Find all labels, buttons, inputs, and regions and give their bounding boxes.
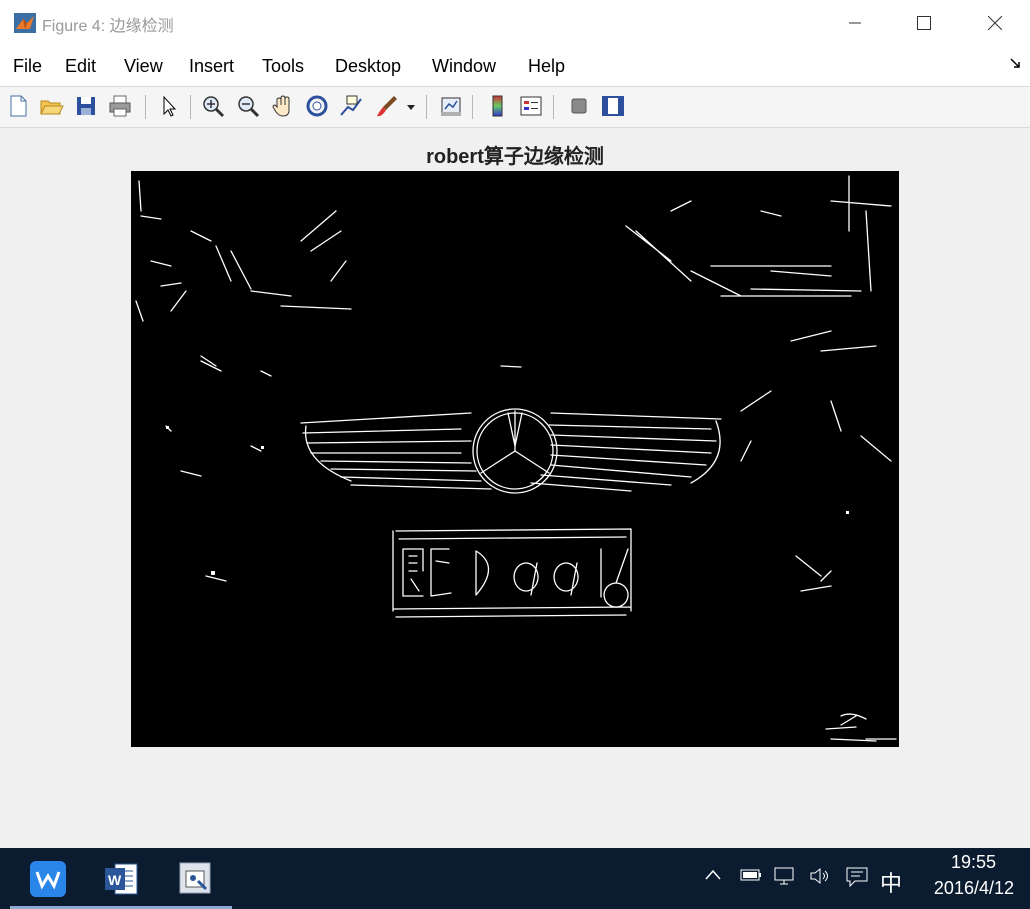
menu-help[interactable]: Help xyxy=(528,56,565,77)
menu-tools[interactable]: Tools xyxy=(262,56,304,77)
close-button[interactable] xyxy=(972,0,1018,46)
clock-date[interactable]: 2016/4/12 xyxy=(934,878,1014,899)
pan-hand-icon xyxy=(272,95,290,117)
save-button[interactable] xyxy=(73,93,99,119)
maximize-button[interactable] xyxy=(901,0,947,46)
data-cursor-button[interactable] xyxy=(338,93,364,119)
axes-title: robert算子边缘检测 xyxy=(426,146,604,168)
figure-toolbar xyxy=(0,86,1030,128)
battery-plug-icon[interactable] xyxy=(737,866,763,884)
maximize-icon xyxy=(917,16,931,30)
link-plot-button[interactable] xyxy=(438,93,464,119)
hide-plot-tools-icon xyxy=(571,98,587,114)
new-figure-icon xyxy=(10,95,27,117)
word-icon: W xyxy=(105,863,138,895)
show-plot-tools-icon xyxy=(602,96,624,116)
new-figure-button[interactable] xyxy=(5,93,31,119)
edit-plot-button[interactable] xyxy=(156,93,182,119)
ime-indicator[interactable]: 中 xyxy=(880,866,902,898)
link-plot-icon xyxy=(441,97,461,116)
menu-view[interactable]: View xyxy=(124,56,163,77)
matlab-figure-icon xyxy=(179,862,211,894)
menu-insert[interactable]: Insert xyxy=(189,56,234,77)
wps-icon xyxy=(30,861,66,897)
hide-plot-tools-button[interactable] xyxy=(566,93,592,119)
clock-time[interactable]: 19:55 xyxy=(951,852,996,873)
brush-button[interactable] xyxy=(374,93,400,119)
zoom-in-button[interactable] xyxy=(200,93,226,119)
title-bar[interactable]: Figure 4: 边缘检测 xyxy=(0,0,1030,46)
brush-icon xyxy=(377,96,397,117)
insert-legend-icon xyxy=(520,96,542,116)
dock-arrow-icon[interactable] xyxy=(1010,58,1022,70)
menu-desktop[interactable]: Desktop xyxy=(335,56,401,77)
toolbar-separator xyxy=(472,95,473,119)
notification-icon[interactable] xyxy=(845,866,869,888)
data-cursor-icon xyxy=(340,95,362,116)
toolbar-separator xyxy=(145,95,146,119)
save-icon xyxy=(77,97,95,115)
insert-legend-button[interactable] xyxy=(518,93,544,119)
open-file-button[interactable] xyxy=(38,93,64,119)
svg-text:W: W xyxy=(108,872,122,888)
edit-plot-arrow-icon xyxy=(163,95,177,117)
taskbar-app-word[interactable]: W xyxy=(84,848,160,909)
zoom-out-button[interactable] xyxy=(235,93,261,119)
network-icon[interactable] xyxy=(772,866,798,886)
open-file-icon xyxy=(40,100,64,115)
volume-icon[interactable] xyxy=(808,866,832,886)
matlab-logo-icon xyxy=(14,13,36,33)
minimize-button[interactable] xyxy=(832,0,878,46)
chevron-down-icon xyxy=(407,105,415,110)
print-button[interactable] xyxy=(107,93,133,119)
toolbar-separator xyxy=(190,95,191,119)
edge-image-render xyxy=(135,175,897,742)
brush-dropdown[interactable] xyxy=(405,93,417,119)
minimize-icon xyxy=(849,22,861,24)
taskbar-app-matlab-figure[interactable] xyxy=(156,848,232,909)
insert-colorbar-button[interactable] xyxy=(485,93,511,119)
menu-file[interactable]: File xyxy=(13,56,42,77)
close-icon xyxy=(988,16,1002,30)
rotate-3d-icon xyxy=(306,95,328,117)
menu-window[interactable]: Window xyxy=(432,56,496,77)
zoom-out-icon xyxy=(238,96,260,118)
taskbar: W xyxy=(0,848,1030,909)
rotate-3d-button[interactable] xyxy=(304,93,330,119)
menu-bar: File Edit View Insert Tools Desktop Wind… xyxy=(0,46,1030,86)
toolbar-separator xyxy=(426,95,427,119)
taskbar-app-wps[interactable] xyxy=(10,848,86,909)
zoom-in-icon xyxy=(203,96,225,118)
chevron-up-icon[interactable] xyxy=(704,866,722,884)
pan-button[interactable] xyxy=(270,93,296,119)
menu-edit[interactable]: Edit xyxy=(65,56,96,77)
print-icon xyxy=(109,95,131,117)
edge-detection-image[interactable] xyxy=(131,171,899,747)
show-plot-tools-button[interactable] xyxy=(600,93,626,119)
toolbar-separator xyxy=(553,95,554,119)
insert-colorbar-icon xyxy=(492,95,503,117)
window-title: Figure 4: 边缘检测 xyxy=(42,18,174,35)
